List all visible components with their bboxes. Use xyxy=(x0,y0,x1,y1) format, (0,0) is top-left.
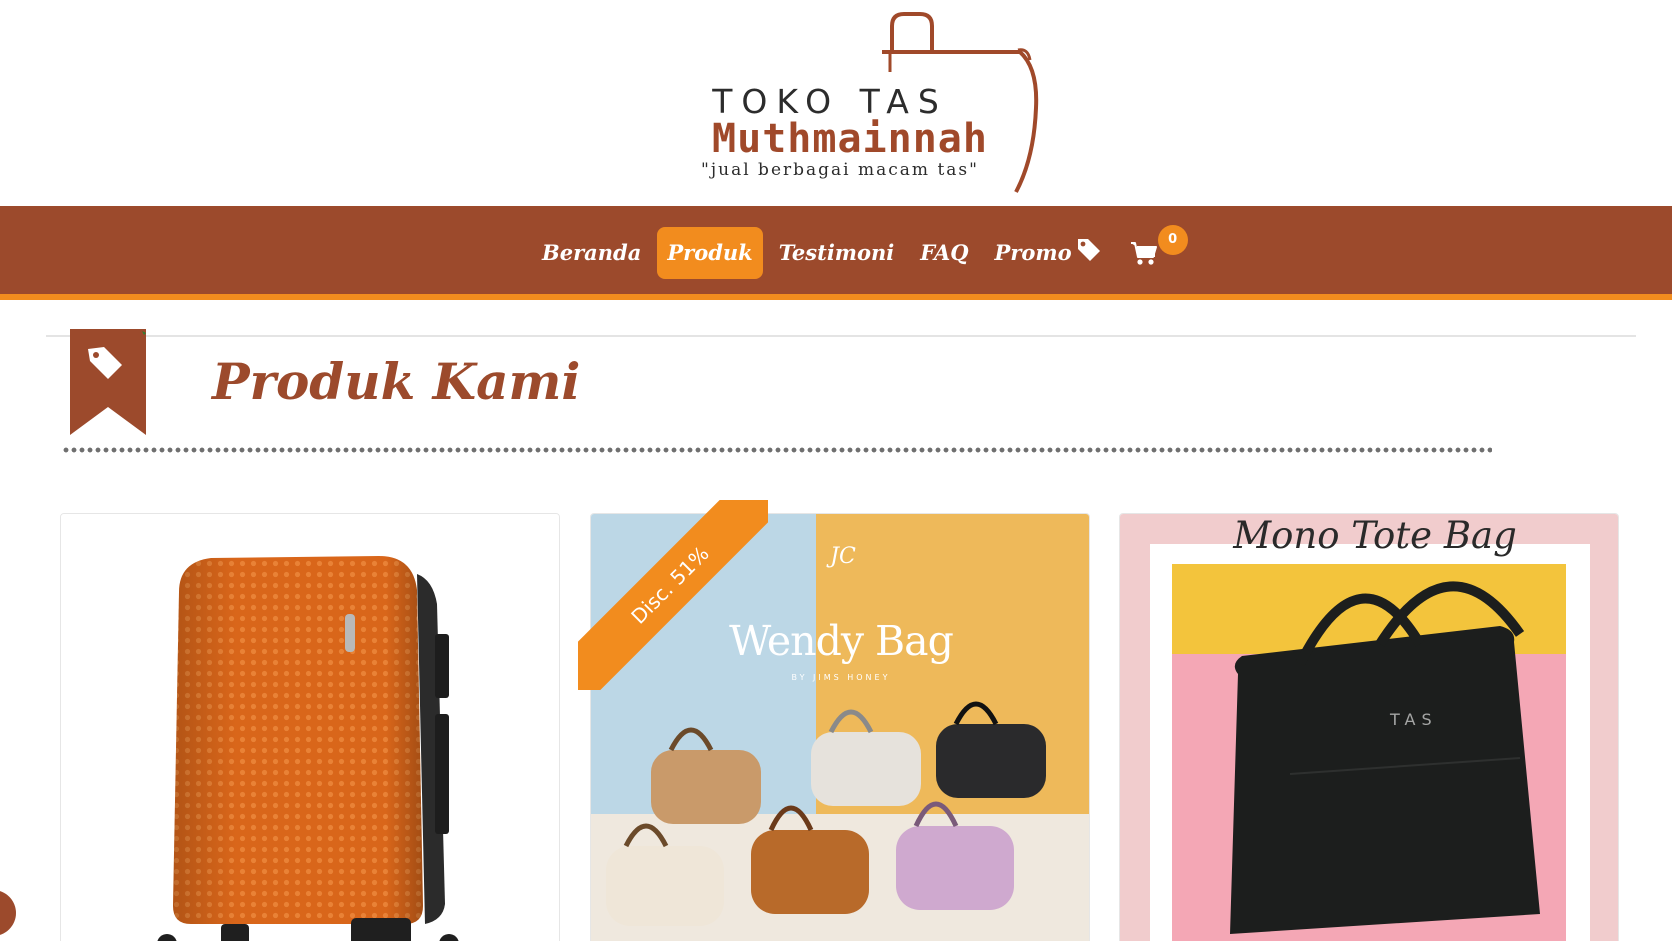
nav-item-faq[interactable]: FAQ xyxy=(910,227,978,279)
discount-label: Disc. 51% xyxy=(578,500,768,690)
tote-bag-image xyxy=(1120,514,1618,941)
main-navbar: Beranda Produk Testimoni FAQ Promo 0 xyxy=(0,206,1672,300)
product-card-suitcase[interactable] xyxy=(60,513,560,941)
site-header: TOKO TAS Muthmainnah "jual berbagai maca… xyxy=(0,0,1672,206)
logo-tagline: "jual berbagai macam tas" xyxy=(701,160,979,180)
cart-button[interactable]: 0 xyxy=(1126,225,1188,279)
nav-item-produk[interactable]: Produk xyxy=(657,227,763,279)
section-title: Produk Kami xyxy=(212,352,581,411)
suitcase-image xyxy=(61,514,559,941)
dotted-divider xyxy=(62,447,1492,453)
site-logo[interactable]: TOKO TAS Muthmainnah "jual berbagai maca… xyxy=(620,8,1040,198)
logo-line-muthmainnah: Muthmainnah xyxy=(712,116,988,162)
section-divider-top xyxy=(46,335,1636,337)
discount-ribbon: Disc. 51% xyxy=(578,500,768,690)
nav-item-beranda[interactable]: Beranda xyxy=(532,227,651,279)
wendy-bag-monogram: JC xyxy=(830,544,856,569)
nav-item-promo[interactable]: Promo xyxy=(985,227,1112,279)
tote-watermark: TAS xyxy=(1390,710,1438,729)
mono-tote-bag-title: Mono Tote Bag xyxy=(1233,514,1517,557)
nav-item-testimoni[interactable]: Testimoni xyxy=(769,227,905,279)
tags-icon xyxy=(1076,229,1102,281)
floating-chat-button[interactable] xyxy=(0,890,16,936)
product-card-mono-tote-bag[interactable]: Mono Tote Bag TAS xyxy=(1119,513,1619,941)
nav-menu: Beranda Produk Testimoni FAQ Promo 0 xyxy=(532,225,1188,280)
shopping-cart-icon xyxy=(1130,242,1157,265)
tag-bookmark-icon xyxy=(70,329,146,435)
nav-item-promo-label: Promo xyxy=(994,240,1072,265)
cart-count-badge: 0 xyxy=(1157,225,1188,255)
